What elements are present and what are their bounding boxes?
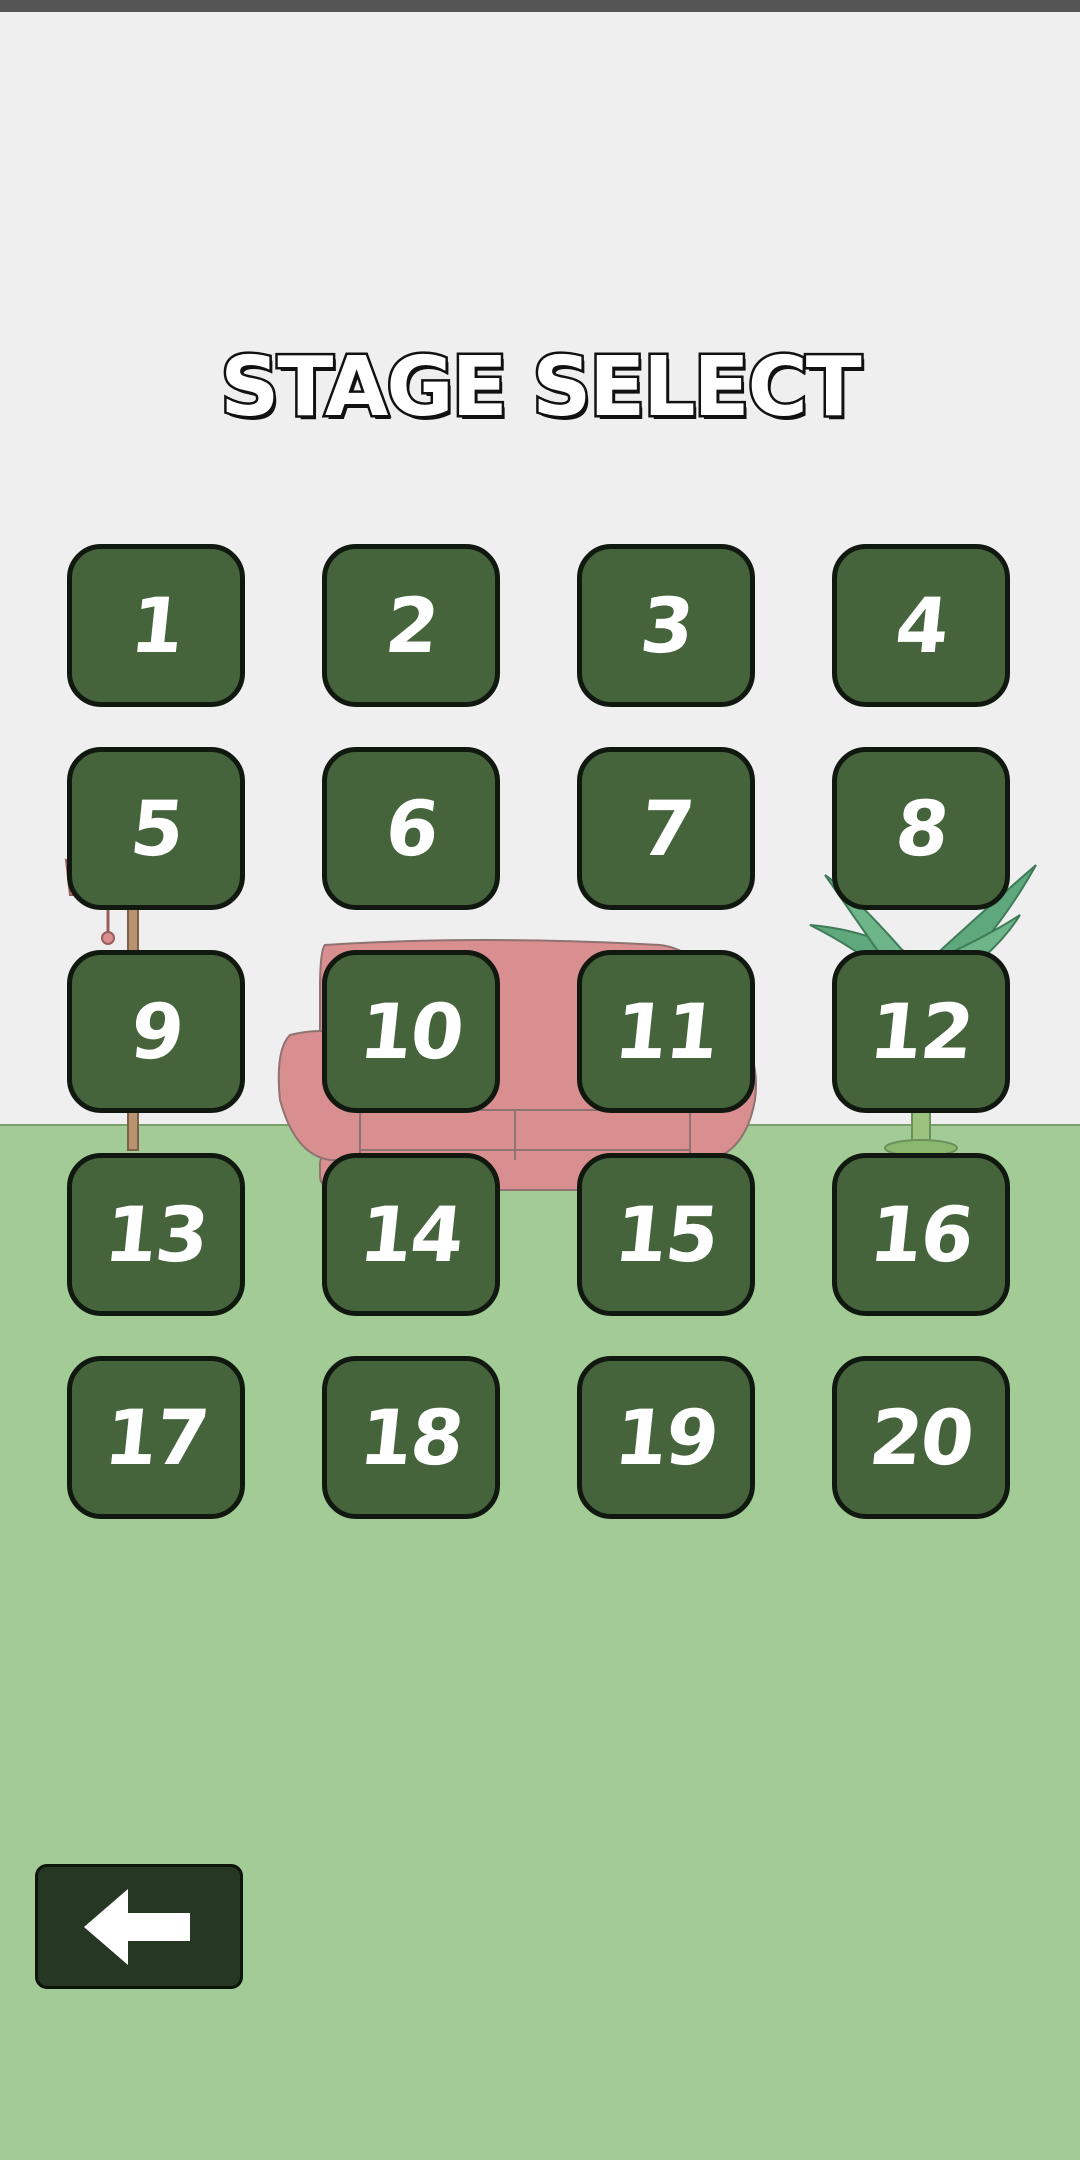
stage-grid: 1 2 3 4 5 6 7 8 9 10 11 12 13 14 15 16 1… <box>67 544 1013 1519</box>
back-button[interactable] <box>35 1864 243 1989</box>
stage-button-9[interactable]: 9 <box>67 950 245 1113</box>
stage-number: 13 <box>100 1190 212 1279</box>
stage-number: 4 <box>890 581 952 670</box>
stage-number: 16 <box>865 1190 977 1279</box>
stage-button-8[interactable]: 8 <box>832 747 1010 910</box>
stage-button-13[interactable]: 13 <box>67 1153 245 1316</box>
stage-button-4[interactable]: 4 <box>832 544 1010 707</box>
stage-button-7[interactable]: 7 <box>577 747 755 910</box>
stage-button-19[interactable]: 19 <box>577 1356 755 1519</box>
stage-number: 20 <box>865 1393 977 1482</box>
stage-button-14[interactable]: 14 <box>322 1153 500 1316</box>
stage-button-3[interactable]: 3 <box>577 544 755 707</box>
stage-number: 2 <box>380 581 442 670</box>
stage-button-1[interactable]: 1 <box>67 544 245 707</box>
stage-number: 19 <box>610 1393 722 1482</box>
stage-button-20[interactable]: 20 <box>832 1356 1010 1519</box>
stage-button-11[interactable]: 11 <box>577 950 755 1113</box>
stage-select-title: STAGE SELECT <box>218 338 864 438</box>
stage-number: 6 <box>380 784 442 873</box>
stage-button-17[interactable]: 17 <box>67 1356 245 1519</box>
stage-number: 17 <box>100 1393 212 1482</box>
stage-number: 3 <box>635 581 697 670</box>
stage-number: 18 <box>355 1393 467 1482</box>
stage-number: 11 <box>610 987 722 1076</box>
stage-button-2[interactable]: 2 <box>322 544 500 707</box>
stage-number: 15 <box>610 1190 722 1279</box>
stage-number: 8 <box>890 784 952 873</box>
stage-number: 14 <box>355 1190 467 1279</box>
stage-button-12[interactable]: 12 <box>832 950 1010 1113</box>
stage-button-5[interactable]: 5 <box>67 747 245 910</box>
arrow-left-icon <box>84 1888 190 1965</box>
stage-number: 12 <box>865 987 977 1076</box>
stage-number: 10 <box>355 987 467 1076</box>
stage-button-18[interactable]: 18 <box>322 1356 500 1519</box>
stage-number: 5 <box>125 784 187 873</box>
stage-button-16[interactable]: 16 <box>832 1153 1010 1316</box>
stage-button-10[interactable]: 10 <box>322 950 500 1113</box>
stage-number: 9 <box>125 987 187 1076</box>
stage-button-6[interactable]: 6 <box>322 747 500 910</box>
stage-number: 1 <box>125 581 187 670</box>
stage-number: 7 <box>635 784 697 873</box>
stage-button-15[interactable]: 15 <box>577 1153 755 1316</box>
